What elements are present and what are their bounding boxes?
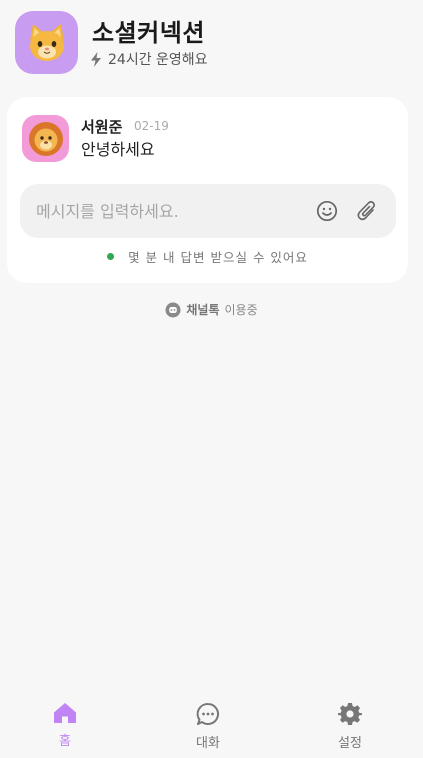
bolt-icon xyxy=(91,51,101,67)
nav-settings-label: 설정 xyxy=(338,736,362,751)
cat-face-icon xyxy=(29,23,64,61)
powered-by[interactable]: 채널톡 이용중 xyxy=(0,301,423,318)
nav-chat-label: 대화 xyxy=(196,736,220,751)
attachment-icon[interactable] xyxy=(356,199,378,223)
gear-icon xyxy=(338,703,362,725)
message-input[interactable] xyxy=(36,184,306,238)
message-composer xyxy=(20,184,396,238)
online-dot xyxy=(107,253,115,260)
emoji-icon[interactable] xyxy=(316,200,338,222)
app-title: 소셜커넥션 xyxy=(92,19,205,47)
lion-face-icon xyxy=(28,121,63,156)
channeltalk-logo-icon xyxy=(165,302,181,317)
nav-home-label: 홈 xyxy=(59,734,71,749)
powered-by-brand: 채널톡 xyxy=(186,303,220,317)
home-icon xyxy=(54,703,76,723)
header: 소셜커넥션 24시간 운영해요 xyxy=(15,11,415,75)
nav-chat[interactable]: 대화 xyxy=(168,702,248,751)
response-status: 몇 분 내 답변 받으실 수 있어요 xyxy=(7,247,408,266)
message-text: 안녕하세요 xyxy=(81,140,155,159)
conversation-card: 서원준 02-19 안녕하세요 몇 분 내 답변 받으실 수 있어요 xyxy=(7,97,408,283)
bottom-nav: 홈 대화 설정 xyxy=(0,690,423,758)
response-time-text: 몇 분 내 답변 받으실 수 있어요 xyxy=(128,250,308,265)
chat-icon xyxy=(196,702,219,725)
hours-text: 24시간 운영해요 xyxy=(108,52,208,68)
nav-home[interactable]: 홈 xyxy=(25,702,105,749)
nav-settings[interactable]: 설정 xyxy=(310,702,390,751)
app-avatar xyxy=(15,11,78,74)
sender-avatar xyxy=(22,115,69,162)
powered-by-suffix: 이용중 xyxy=(224,303,258,317)
sender-name: 서원준 xyxy=(81,118,123,136)
message-date: 02-19 xyxy=(134,119,169,133)
app-subtitle: 24시간 운영해요 xyxy=(90,49,208,69)
